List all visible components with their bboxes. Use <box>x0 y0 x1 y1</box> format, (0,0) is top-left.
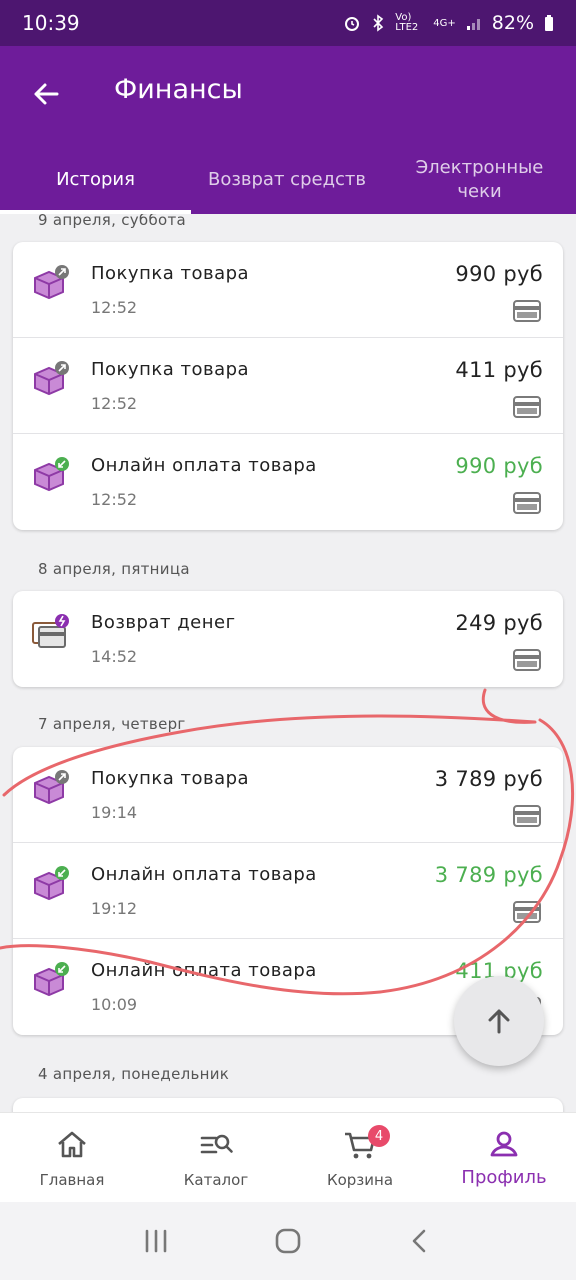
date-header: 8 апреля, пятница <box>38 560 190 578</box>
date-header: 7 апреля, четверг <box>38 715 186 733</box>
nav-cart[interactable]: 4 Корзина <box>288 1113 432 1202</box>
box-payment-icon <box>34 866 69 901</box>
date-header: 4 апреля, понедельник <box>38 1065 230 1083</box>
alarm-icon <box>345 17 360 31</box>
transaction-title: Покупка товара <box>91 359 250 380</box>
transaction-title: Онлайн оплата товара <box>91 864 317 885</box>
home-icon <box>58 1131 86 1158</box>
status-time: 10:39 <box>22 11 80 35</box>
tab-e-receipts-label: Электронные чеки <box>415 157 544 202</box>
back-button[interactable] <box>26 74 66 114</box>
bank-card-icon <box>513 901 541 923</box>
transaction-time: 12:52 <box>91 298 138 317</box>
transaction-time: 12:52 <box>91 394 138 413</box>
network-type-label: 4G+ <box>433 17 456 29</box>
scroll-to-top-button[interactable] <box>454 976 544 1066</box>
nav-profile-label: Профиль <box>461 1167 547 1188</box>
recent-apps-icon <box>145 1229 167 1253</box>
nav-home-label: Главная <box>39 1171 105 1189</box>
nav-catalog[interactable]: Каталог <box>144 1113 288 1202</box>
bank-card-icon <box>513 300 541 322</box>
bank-card-icon <box>513 649 541 671</box>
bottom-nav: Главная Каталог 4 Корзина Профиль <box>0 1112 576 1202</box>
box-purchase-icon <box>34 770 69 805</box>
system-back-button[interactable] <box>400 1221 440 1261</box>
box-payment-icon <box>34 457 69 492</box>
transaction-title: Онлайн оплата товара <box>91 960 317 981</box>
transaction-row[interactable]: Возврат денег 14:52 249 руб <box>13 591 563 687</box>
status-bar: 10:39 Vo) LTE2 4G+ 82% <box>0 0 576 46</box>
tab-bar: История Возврат средств Электронные чеки <box>0 146 576 214</box>
transaction-group-card <box>13 1098 563 1112</box>
tab-e-receipts[interactable]: Электронные чеки <box>383 146 576 214</box>
transaction-amount: 990 руб <box>455 454 543 478</box>
transaction-row[interactable]: Онлайн оплата товара 12:52 990 руб <box>13 434 563 530</box>
transaction-group-card: Возврат денег 14:52 249 руб <box>13 591 563 687</box>
transaction-row[interactable]: Покупка товара 19:14 3 789 руб <box>13 747 563 843</box>
refund-icon <box>32 614 69 648</box>
profile-icon <box>490 1131 518 1157</box>
nav-catalog-label: Каталог <box>183 1171 249 1189</box>
transaction-time: 12:52 <box>91 490 138 509</box>
transaction-time: 19:14 <box>91 803 138 822</box>
transaction-title: Онлайн оплата товара <box>91 455 317 476</box>
box-purchase-icon <box>34 361 69 396</box>
catalog-search-icon <box>200 1134 233 1154</box>
transaction-row[interactable]: Покупка товара 12:52 990 руб <box>13 242 563 338</box>
battery-level: 82% <box>491 12 534 34</box>
transaction-row[interactable]: Покупка товара 12:52 411 руб <box>13 338 563 434</box>
box-payment-icon <box>34 962 69 997</box>
home-circle-icon <box>275 1228 301 1254</box>
status-icons: Vo) LTE2 4G+ 82% <box>343 12 554 34</box>
transaction-amount: 249 руб <box>455 611 543 635</box>
network-label: Vo) LTE2 <box>395 12 419 33</box>
tab-history[interactable]: История <box>0 146 191 214</box>
system-nav-bar <box>0 1202 576 1280</box>
cart-count-badge: 4 <box>368 1125 390 1147</box>
bluetooth-icon <box>373 14 384 32</box>
nav-profile[interactable]: Профиль <box>432 1113 576 1202</box>
transaction-row[interactable]: Онлайн оплата товара 19:12 3 789 руб <box>13 843 563 939</box>
transaction-time: 14:52 <box>91 647 138 666</box>
box-purchase-icon <box>34 265 69 300</box>
home-button[interactable] <box>268 1221 308 1261</box>
transaction-time: 10:09 <box>91 995 138 1014</box>
nav-cart-label: Корзина <box>326 1171 394 1189</box>
transaction-title: Покупка товара <box>91 768 250 789</box>
transaction-group-card: Покупка товара 12:52 990 руб Покупка тов… <box>13 242 563 530</box>
transaction-amount: 411 руб <box>455 358 543 382</box>
nav-home[interactable]: Главная <box>0 1113 144 1202</box>
transaction-title: Возврат денег <box>91 612 236 633</box>
transaction-amount: 3 789 руб <box>434 863 543 887</box>
tab-refunds[interactable]: Возврат средств <box>191 146 383 214</box>
transaction-amount: 990 руб <box>455 262 543 286</box>
transaction-title: Покупка товара <box>91 263 250 284</box>
page-title: Финансы <box>114 74 243 105</box>
bank-card-icon <box>513 805 541 827</box>
transaction-amount: 3 789 руб <box>434 767 543 791</box>
signal-icon <box>466 19 480 30</box>
arrow-up-icon <box>488 1009 510 1034</box>
chevron-left-icon <box>412 1229 426 1253</box>
bank-card-icon <box>513 492 541 514</box>
battery-icon <box>545 15 553 31</box>
app-bar: Финансы История Возврат средств Электрон… <box>0 46 576 214</box>
transaction-time: 19:12 <box>91 899 138 918</box>
bank-card-icon <box>513 396 541 418</box>
arrow-left-icon <box>34 83 59 105</box>
recent-apps-button[interactable] <box>136 1221 176 1261</box>
date-header: 9 апреля, суббота <box>38 214 187 229</box>
